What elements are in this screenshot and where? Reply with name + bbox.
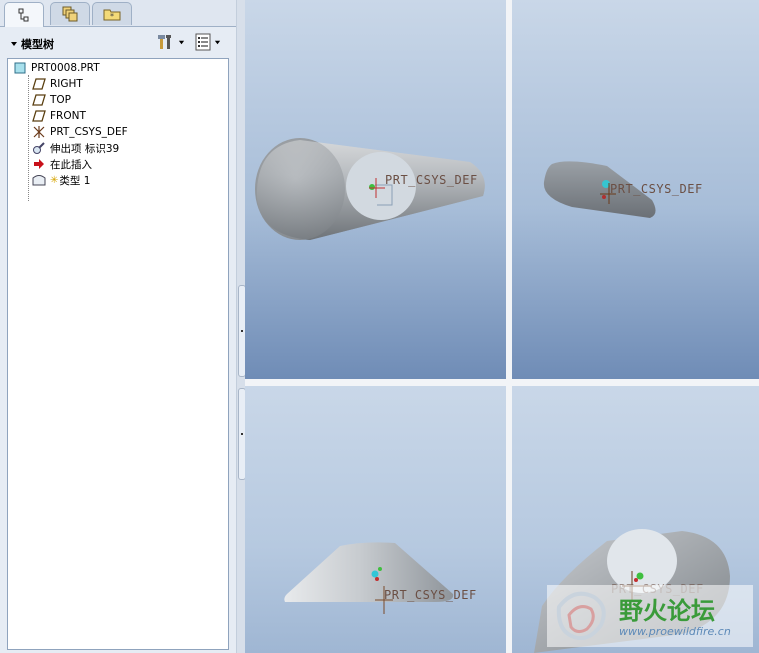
tree-item-label: 类型 1 <box>59 174 91 187</box>
tab-folder-browser[interactable]: * <box>92 2 132 25</box>
frustum-model <box>284 542 454 614</box>
tab-layers[interactable] <box>50 2 90 25</box>
tree-item-right[interactable]: RIGHT <box>32 76 83 92</box>
tree-item-front[interactable]: FRONT <box>32 108 86 124</box>
tree-item-label: PRT_CSYS_DEF <box>50 126 128 138</box>
tree-item-top[interactable]: TOP <box>32 92 71 108</box>
datum-plane-icon <box>32 109 46 123</box>
tree-item-csys[interactable]: PRT_CSYS_DEF <box>32 124 128 140</box>
watermark-title: 野火论坛 <box>619 597 715 625</box>
chevron-down-icon <box>11 42 17 46</box>
view-type-icon <box>32 173 46 187</box>
csys-label: PRT_CSYS_DEF <box>384 588 477 602</box>
tab-model-tree[interactable] <box>4 2 44 27</box>
tree-item-label: FRONT <box>50 110 86 122</box>
layers-tab-icon <box>62 6 78 22</box>
tree-connector-line <box>28 75 29 201</box>
insert-here-arrow-icon <box>32 157 46 171</box>
viewport-bottom-left[interactable]: PRT_CSYS_DEF <box>245 386 506 653</box>
tree-item-extrude[interactable]: 伸出项 标识39 <box>32 140 119 156</box>
model-tree-title-label: 模型树 <box>21 38 54 51</box>
extrude-feature-icon <box>32 141 46 155</box>
model-tree-tab-icon <box>18 8 29 22</box>
tree-item-view-type[interactable]: ✳ 类型 1 <box>32 172 90 188</box>
navigator-panel: * 模型树 PRT0008.PRT RIGHT TOP FRONT PRT_CS… <box>0 0 237 653</box>
tree-settings-button[interactable] <box>156 33 188 51</box>
star-marker-icon: ✳ <box>50 174 59 186</box>
viewport-top-left[interactable]: PRT_CSYS_DEF <box>245 0 506 379</box>
part-icon <box>13 61 27 75</box>
coordinate-system-icon <box>32 125 46 139</box>
tree-item-label: RIGHT <box>50 78 83 90</box>
tree-root-item[interactable]: PRT0008.PRT <box>13 60 100 76</box>
navigator-tab-strip: * <box>0 0 236 27</box>
viewport-top-right[interactable]: PRT_CSYS_DEF <box>512 0 759 379</box>
cylinder-model <box>255 138 485 240</box>
tools-icon <box>158 35 171 49</box>
csys-label: PRT_CSYS_DEF <box>610 182 703 196</box>
chevron-down-icon <box>178 40 185 44</box>
chevron-down-icon <box>214 40 221 44</box>
tree-root-label: PRT0008.PRT <box>31 62 100 74</box>
watermark-url: www.proewildfire.cn <box>619 625 731 638</box>
csys-label: PRT_CSYS_DEF <box>385 173 478 187</box>
tree-item-label: TOP <box>50 94 72 106</box>
flame-logo-icon <box>556 591 606 641</box>
tree-item-insert-here[interactable]: 在此插入 <box>32 156 92 172</box>
list-view-icon <box>195 33 211 51</box>
model-tree-title[interactable]: 模型树 <box>10 36 54 52</box>
forum-watermark: 野火论坛 www.proewildfire.cn <box>547 585 753 647</box>
tree-item-label: 伸出项 标识39 <box>50 142 120 155</box>
folder-browser-tab-icon: * <box>103 9 121 21</box>
datum-plane-icon <box>32 93 46 107</box>
svg-text:*: * <box>110 12 114 21</box>
datum-plane-icon <box>32 77 46 91</box>
viewport-divider-horizontal[interactable] <box>245 379 759 386</box>
tree-show-button[interactable] <box>194 33 226 51</box>
tree-item-label: 在此插入 <box>50 158 92 171</box>
model-tree: PRT0008.PRT RIGHT TOP FRONT PRT_CSYS_DEF <box>7 58 229 650</box>
